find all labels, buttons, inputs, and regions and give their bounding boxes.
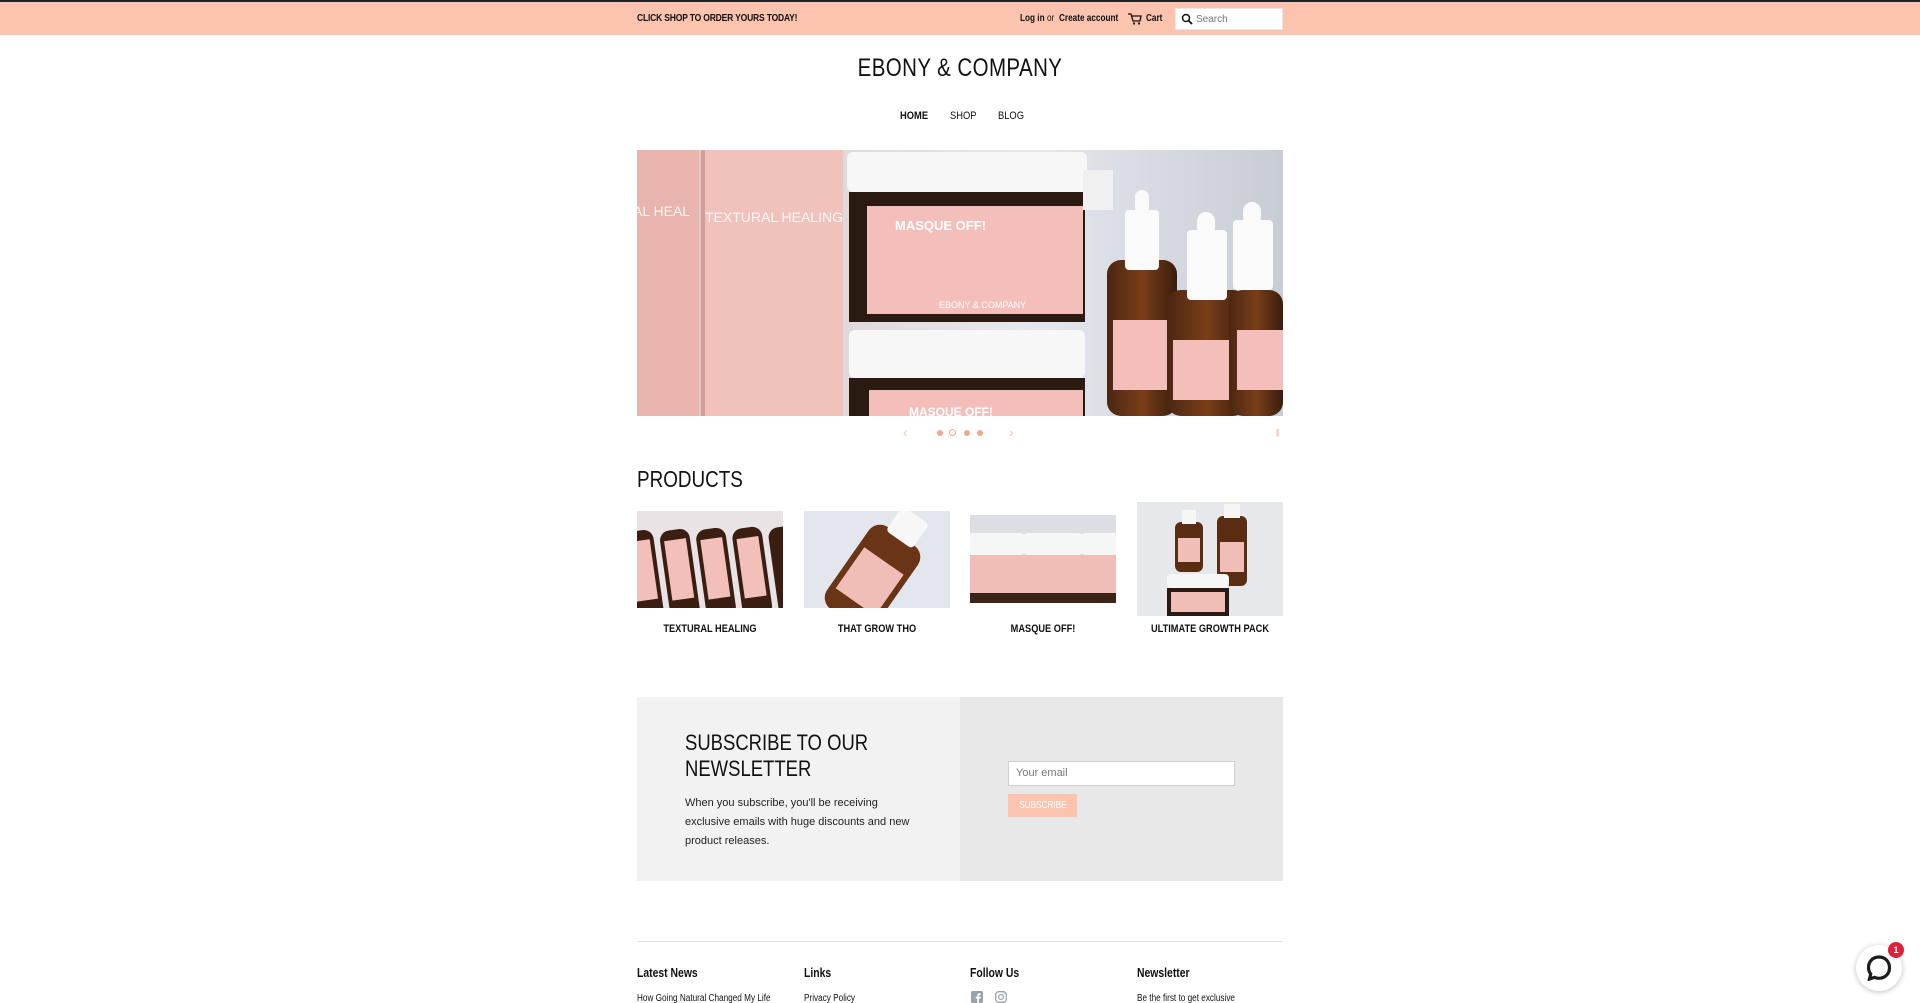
nav-item-home[interactable]: HOME <box>900 110 928 122</box>
chat-widget-button[interactable]: 1 <box>1856 942 1904 991</box>
announcement-bar: CLICK SHOP TO ORDER YOURS TODAY! Log in … <box>0 0 1920 35</box>
product-name[interactable]: MASQUE OFF! <box>982 623 1105 635</box>
newsletter-title: SUBSCRIBE TO OUR NEWSLETTER <box>685 730 869 781</box>
search-field[interactable] <box>1175 8 1283 30</box>
newsletter-email-input[interactable]: Your email <box>1008 761 1235 786</box>
hero-slideshow[interactable]: AL HEAL TEXTURAL HEALING MASQUE OFF! EBO… <box>637 150 1283 416</box>
slider-prev-icon[interactable]: ‹ <box>903 424 908 440</box>
product-image-art <box>804 511 950 608</box>
footer-divider <box>637 941 1283 942</box>
footer-links-title: Links <box>804 965 832 980</box>
slider-dot-2[interactable] <box>949 429 956 436</box>
products-heading: PRODUCTS <box>637 466 743 492</box>
product-name[interactable]: TEXTURAL HEALING <box>649 623 772 635</box>
newsletter-description: When you subscribe, you'll be receiving … <box>685 797 910 847</box>
or-text: or <box>1047 13 1055 24</box>
product-image[interactable] <box>804 511 950 608</box>
nav-item-shop[interactable]: SHOP <box>950 110 977 122</box>
site-logo[interactable]: EBONY & COMPANY <box>173 54 1747 83</box>
instagram-icon[interactable] <box>995 991 1007 1003</box>
footer-latest-news-title: Latest News <box>637 965 698 980</box>
product-name[interactable]: ULTIMATE GROWTH PACK <box>1149 623 1272 635</box>
footer-news-link[interactable]: How Going Natural Changed My Life <box>637 993 771 1003</box>
promo-text: CLICK SHOP TO ORDER YOURS TODAY! <box>637 13 798 24</box>
footer-follow-title: Follow Us <box>970 965 1020 980</box>
hero-label-3: MASQUE OFF! <box>895 218 986 233</box>
newsletter-info: SUBSCRIBE TO OUR NEWSLETTER When you sub… <box>637 697 960 881</box>
product-image[interactable] <box>970 515 1116 603</box>
slider-dot-4[interactable] <box>977 430 983 436</box>
slider-next-icon[interactable]: › <box>1009 424 1014 440</box>
subscribe-button-label: SUBSCRIBE <box>1018 800 1067 811</box>
product-image-art <box>637 511 783 608</box>
chat-notification-badge: 1 <box>1888 942 1904 958</box>
search-input[interactable] <box>1196 12 1280 26</box>
product-name[interactable]: THAT GROW THO <box>816 623 939 635</box>
newsletter-form: Your email SUBSCRIBE <box>960 697 1283 881</box>
product-image[interactable] <box>1137 502 1283 616</box>
slider-dot-3[interactable] <box>964 430 970 436</box>
hero-image: AL HEAL TEXTURAL HEALING MASQUE OFF! EBO… <box>637 150 1283 416</box>
cart-link[interactable]: Cart <box>1146 13 1162 24</box>
subscribe-button[interactable]: SUBSCRIBE <box>1008 794 1077 817</box>
facebook-icon[interactable] <box>971 991 983 1003</box>
nav-item-blog[interactable]: BLOG <box>998 110 1024 122</box>
footer-newsletter-title: Newsletter <box>1137 965 1190 980</box>
slider-pause-icon[interactable]: || <box>1276 428 1279 437</box>
search-icon[interactable] <box>1181 13 1193 25</box>
hero-label-5: MASQUE OFF! <box>909 405 993 416</box>
product-image[interactable] <box>637 511 783 608</box>
footer-privacy-link[interactable]: Privacy Policy <box>804 993 855 1003</box>
hero-label-4: EBONY & COMPANY <box>939 300 1026 310</box>
slider-dot-1[interactable] <box>937 430 943 436</box>
product-image-art <box>970 515 1116 603</box>
cart-icon[interactable] <box>1128 13 1142 25</box>
hero-label-1: AL HEAL <box>637 203 690 219</box>
product-image-art <box>1137 502 1283 616</box>
hero-label-2: TEXTURAL HEALING <box>705 209 843 225</box>
footer-newsletter-text: Be the first to get exclusive <box>1137 993 1236 1003</box>
login-link[interactable]: Log in <box>1020 13 1045 24</box>
chat-bubble-icon <box>1866 955 1892 981</box>
create-account-link[interactable]: Create account <box>1059 13 1118 24</box>
